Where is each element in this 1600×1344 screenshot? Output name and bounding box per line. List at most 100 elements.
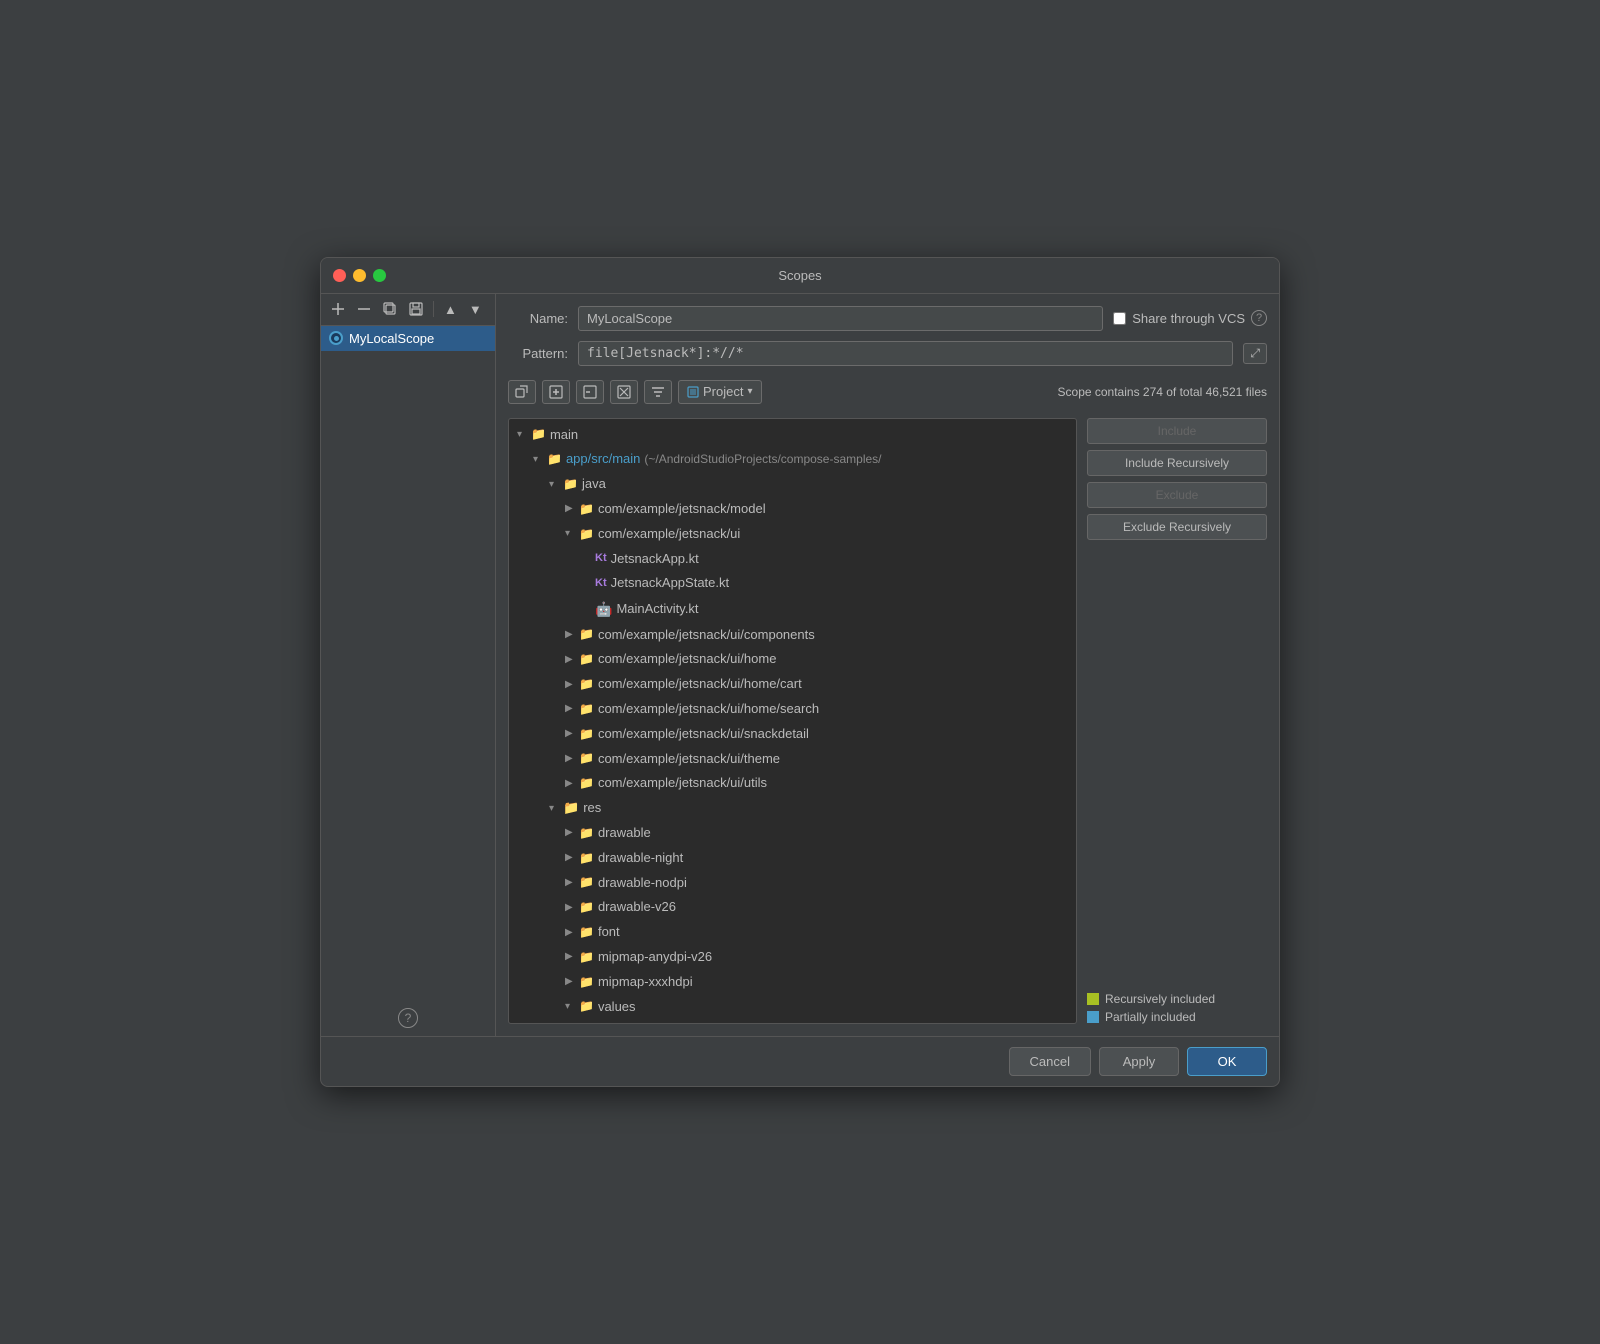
- jetsnackapp-icon: Kt: [595, 550, 607, 568]
- tree-label-home: com/example/jetsnack/ui/home: [598, 649, 776, 670]
- tree-item-jetsnackappstate[interactable]: Kt JetsnackAppState.kt: [509, 571, 1076, 596]
- sidebar: ▲ ▼ MyLocalScope ?: [321, 294, 496, 1037]
- exclude-recursively-button[interactable]: Exclude Recursively: [1087, 514, 1267, 540]
- pattern-input[interactable]: [578, 341, 1233, 366]
- arrow-search: ▶: [565, 701, 579, 717]
- apply-button[interactable]: Apply: [1099, 1047, 1179, 1076]
- tree-label-res: res: [583, 798, 601, 819]
- tree-item-model[interactable]: ▶ 📁 com/example/jetsnack/model: [509, 497, 1076, 522]
- arrow-app-src-main: ▾: [533, 452, 547, 468]
- include-recursively-button[interactable]: Include Recursively: [1087, 450, 1267, 476]
- tree-label-ui: com/example/jetsnack/ui: [598, 524, 740, 545]
- save-scope-button[interactable]: [405, 300, 427, 318]
- share-vcs-checkbox[interactable]: [1113, 312, 1126, 325]
- close-button[interactable]: [333, 269, 346, 282]
- tree-btn3[interactable]: [576, 380, 604, 404]
- tree-item-drawable[interactable]: ▶ 📁 drawable: [509, 821, 1076, 846]
- tree-item-values[interactable]: ▾ 📁 values: [509, 995, 1076, 1020]
- legend-item-blue: Partially included: [1087, 1010, 1267, 1024]
- remove-scope-button[interactable]: [353, 300, 375, 318]
- java-icon: 📁: [563, 475, 578, 494]
- tree-item-drawable-night[interactable]: ▶ 📁 drawable-night: [509, 846, 1076, 871]
- minimize-button[interactable]: [353, 269, 366, 282]
- project-dropdown[interactable]: Project ▾: [678, 380, 762, 404]
- sidebar-item-my-local-scope[interactable]: MyLocalScope: [321, 326, 495, 351]
- tree-item-app-src-main[interactable]: ▾ 📁 app/src/main (~/AndroidStudioProject…: [509, 447, 1076, 472]
- tree-label-values: values: [598, 997, 636, 1018]
- tree-hint-app-src-main: (~/AndroidStudioProjects/compose-samples…: [644, 450, 881, 469]
- tree-item-mipmap-xxxhdpi[interactable]: ▶ 📁 mipmap-xxxhdpi: [509, 970, 1076, 995]
- search-icon: 📁: [579, 700, 594, 719]
- arrow-utils: ▶: [565, 776, 579, 792]
- cancel-button[interactable]: Cancel: [1009, 1047, 1091, 1076]
- tree-item-components[interactable]: ▶ 📁 com/example/jetsnack/ui/components: [509, 623, 1076, 648]
- tree-item-font[interactable]: ▶ 📁 font: [509, 920, 1076, 945]
- tree-btn4[interactable]: [610, 380, 638, 404]
- exclude-icon: [617, 385, 631, 399]
- ok-button[interactable]: OK: [1187, 1047, 1267, 1076]
- move-up-button[interactable]: ▲: [440, 300, 461, 319]
- name-input[interactable]: [578, 306, 1103, 331]
- arrow-drawable-night: ▶: [565, 850, 579, 866]
- filter-button[interactable]: [644, 380, 672, 404]
- legend-label-green: Recursively included: [1105, 992, 1215, 1006]
- tree-item-java[interactable]: ▾ 📁 java: [509, 472, 1076, 497]
- tree-item-res[interactable]: ▾ 📁 res: [509, 796, 1076, 821]
- expand-pattern-button[interactable]: ⤢: [1243, 343, 1267, 364]
- filter-icon: [651, 385, 665, 399]
- tree-label-mipmap-anydpi: mipmap-anydpi-v26: [598, 947, 712, 968]
- tree-item-mipmap-anydpi[interactable]: ▶ 📁 mipmap-anydpi-v26: [509, 945, 1076, 970]
- move-down-button[interactable]: ▼: [465, 300, 486, 319]
- legend: Recursively included Partially included: [1087, 992, 1267, 1024]
- exclude-button[interactable]: Exclude: [1087, 482, 1267, 508]
- tree-item-ui[interactable]: ▾ 📁 com/example/jetsnack/ui: [509, 522, 1076, 547]
- dialog-title: Scopes: [778, 268, 821, 283]
- tree-item-search[interactable]: ▶ 📁 com/example/jetsnack/ui/home/search: [509, 697, 1076, 722]
- tree-label-drawable-v26: drawable-v26: [598, 897, 676, 918]
- add-scope-button[interactable]: [327, 300, 349, 318]
- tree-item-theme[interactable]: ▶ 📁 com/example/jetsnack/ui/theme: [509, 747, 1076, 772]
- tree-label-search: com/example/jetsnack/ui/home/search: [598, 699, 819, 720]
- expand-all-button[interactable]: [542, 380, 570, 404]
- expand-icon: [549, 385, 563, 399]
- copy-scope-button[interactable]: [379, 300, 401, 318]
- arrow-drawable-nodpi: ▶: [565, 875, 579, 891]
- tree-item-jetsnackapp[interactable]: Kt JetsnackApp.kt: [509, 547, 1076, 572]
- arrow-main: ▾: [517, 427, 531, 443]
- tree-item-cart[interactable]: ▶ 📁 com/example/jetsnack/ui/home/cart: [509, 672, 1076, 697]
- tree-item-main[interactable]: ▾ 📁 main: [509, 423, 1076, 448]
- arrow-values: ▾: [565, 999, 579, 1015]
- dialog-body: ▲ ▼ MyLocalScope ? Name:: [321, 294, 1279, 1037]
- jetsnackappstate-icon: Kt: [595, 575, 607, 593]
- collapse-icon: [515, 385, 529, 399]
- tree-label-mainactivity: MainActivity.kt: [616, 599, 698, 620]
- sidebar-help: ?: [321, 1000, 495, 1036]
- drawable-icon: 📁: [579, 824, 594, 843]
- project-icon: [687, 386, 699, 398]
- arrow-mipmap-anydpi: ▶: [565, 949, 579, 965]
- font-icon: 📁: [579, 923, 594, 942]
- tree-item-drawable-v26[interactable]: ▶ 📁 drawable-v26: [509, 895, 1076, 920]
- legend-color-green: [1087, 993, 1099, 1005]
- tree-item-mainactivity[interactable]: 🤖 MainActivity.kt: [509, 596, 1076, 622]
- file-tree[interactable]: ▾ 📁 main ▾ 📁 app/src/main (~/AndroidStud…: [508, 418, 1077, 1025]
- tree-item-home[interactable]: ▶ 📁 com/example/jetsnack/ui/home: [509, 647, 1076, 672]
- model-icon: 📁: [579, 500, 594, 519]
- pattern-row: Pattern: ⤢: [508, 341, 1267, 366]
- collapse-all-button[interactable]: [508, 380, 536, 404]
- tree-item-snackdetail[interactable]: ▶ 📁 com/example/jetsnack/ui/snackdetail: [509, 722, 1076, 747]
- tree-label-components: com/example/jetsnack/ui/components: [598, 625, 815, 646]
- help-button[interactable]: ?: [398, 1008, 418, 1028]
- theme-icon: 📁: [579, 749, 594, 768]
- vcs-help-button[interactable]: ?: [1251, 310, 1267, 326]
- home-icon: 📁: [579, 650, 594, 669]
- maximize-button[interactable]: [373, 269, 386, 282]
- tree-item-drawable-nodpi[interactable]: ▶ 📁 drawable-nodpi: [509, 871, 1076, 896]
- mipmap-xxxhdpi-icon: 📁: [579, 973, 594, 992]
- minus-icon: [357, 302, 371, 316]
- tree-label-snackdetail: com/example/jetsnack/ui/snackdetail: [598, 724, 809, 745]
- arrow-ui: ▾: [565, 526, 579, 542]
- include-button[interactable]: Include: [1087, 418, 1267, 444]
- tree-item-utils[interactable]: ▶ 📁 com/example/jetsnack/ui/utils: [509, 771, 1076, 796]
- scope-list: MyLocalScope: [321, 326, 495, 1001]
